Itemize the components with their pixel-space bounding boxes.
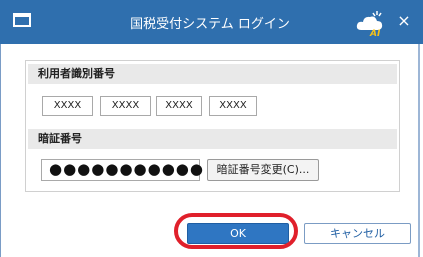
title-bar: 国税受付システム ログイン AI ×	[0, 0, 423, 44]
password-label: 暗証番号	[28, 129, 397, 149]
cancel-button[interactable]: キャンセル	[304, 223, 411, 244]
ok-highlight-annotation	[174, 213, 298, 249]
cloud-ai-icon: AI	[356, 11, 383, 37]
ai-badge: AI	[369, 29, 381, 37]
window-icon	[13, 13, 31, 27]
user-id-field-4[interactable]: XXXX	[209, 96, 257, 116]
window-title: 国税受付システム ログイン	[130, 17, 290, 32]
change-password-button[interactable]: 暗証番号変更(C)...	[207, 159, 319, 181]
close-button[interactable]: ×	[392, 9, 416, 33]
password-field[interactable]: ●●●●●●●●●●●	[41, 159, 203, 181]
user-id-label: 利用者識別番号	[28, 64, 397, 84]
user-id-field-2[interactable]: XXXX	[100, 96, 151, 116]
user-id-field-3[interactable]: XXXX	[156, 96, 202, 116]
user-id-field-1[interactable]: XXXX	[42, 96, 93, 116]
